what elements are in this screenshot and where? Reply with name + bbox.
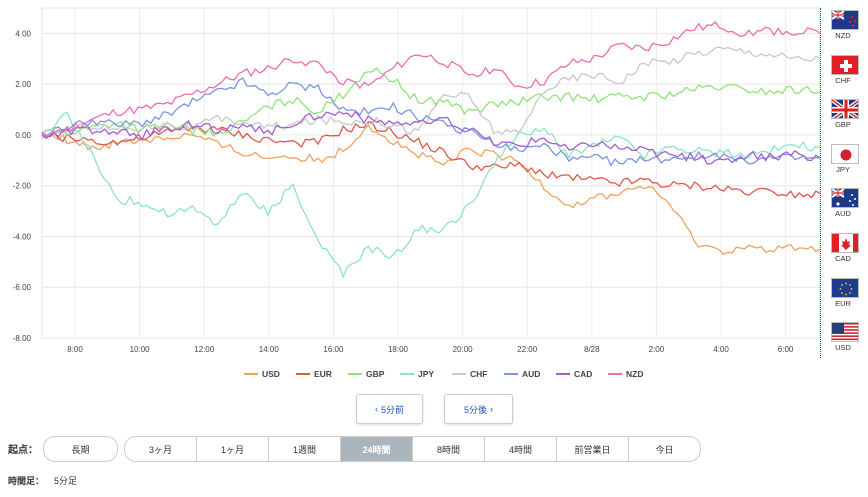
- au-flag-icon: [831, 188, 859, 209]
- x-tick-label: 16:00: [323, 345, 344, 354]
- candle-value: 5分足: [54, 476, 78, 486]
- y-tick-label: 2.00: [15, 80, 31, 89]
- svg-text:USD: USD: [262, 369, 280, 379]
- svg-text:AUD: AUD: [522, 369, 540, 379]
- x-tick-label: 14:00: [259, 345, 280, 354]
- legend-nzd: NZD: [608, 369, 643, 379]
- y-tick-label: -2.00: [13, 182, 32, 191]
- ch-flag-icon: [831, 54, 859, 75]
- flag-label: EUR: [835, 298, 851, 308]
- flag-label: JPY: [836, 164, 850, 174]
- x-axis: 8:00 10:00 12:00 14:00 16:00 18:00 20:00 22:00 8…: [67, 345, 794, 354]
- range-option[interactable]: 8時間: [413, 437, 485, 461]
- legend-gbp: GBP: [348, 369, 385, 379]
- uk-flag-icon: [831, 99, 859, 120]
- chevron-left-icon: ‹: [374, 404, 378, 414]
- svg-text:EUR: EUR: [314, 369, 332, 379]
- range-option[interactable]: 4時間: [485, 437, 557, 461]
- range-option[interactable]: 24時間: [341, 437, 413, 461]
- range-option[interactable]: 1週間: [269, 437, 341, 461]
- prev-5min-button[interactable]: ‹ 5分前: [356, 394, 423, 424]
- x-tick-label: 20:00: [453, 345, 474, 354]
- range-long-button[interactable]: 長期: [43, 436, 118, 462]
- x-tick-label: 22:00: [517, 345, 538, 354]
- next-5min-button[interactable]: 5分後 ›: [444, 394, 513, 424]
- chart-grid: [41, 7, 821, 339]
- x-tick-label: 10:00: [130, 345, 151, 354]
- y-tick-label: 4.00: [15, 29, 31, 38]
- chart-legend: USD EUR GBP JPY CHF AUD CAD NZD: [244, 369, 643, 379]
- flag-label: CHF: [835, 75, 851, 85]
- x-tick-label: 8/28: [584, 345, 600, 354]
- ca-flag-icon: [831, 233, 859, 253]
- flag-label: USD: [835, 343, 851, 353]
- svg-text:CAD: CAD: [574, 369, 592, 379]
- y-tick-label: 0.00: [15, 131, 31, 140]
- svg-text:NZD: NZD: [626, 369, 643, 379]
- svg-text:CHF: CHF: [470, 369, 487, 379]
- nz-flag-icon: [831, 10, 859, 30]
- currency-flag-column: NZD CHF GBP JPY AUD CAD EUR USD: [820, 8, 865, 358]
- candle-label: 時間足：: [8, 476, 45, 486]
- y-axis: 4.00 2.00 0.00 -2.00 -4.00 -6.00 -8.00: [13, 29, 32, 343]
- legend-jpy: JPY: [400, 369, 434, 379]
- range-selector: 3ヶ月 1ヶ月 1週間 24時間 8時間 4時間 前営業日 今日: [124, 436, 701, 462]
- us-flag-icon: [831, 322, 859, 343]
- flag-label: AUD: [835, 209, 851, 219]
- flag-label: NZD: [835, 31, 851, 40]
- x-tick-label: 4:00: [713, 345, 729, 354]
- x-tick-label: 8:00: [67, 345, 83, 354]
- svg-text:JPY: JPY: [418, 369, 434, 379]
- y-tick-label: -8.00: [13, 334, 32, 343]
- y-tick-label: -6.00: [13, 283, 32, 292]
- x-tick-label: 18:00: [388, 345, 409, 354]
- eu-flag-icon: [831, 277, 859, 298]
- y-tick-label: -4.00: [13, 232, 32, 241]
- range-option[interactable]: 今日: [629, 437, 700, 461]
- next-label: 5分後: [463, 404, 487, 415]
- legend-eur: EUR: [296, 369, 332, 379]
- svg-text:GBP: GBP: [366, 369, 385, 379]
- chevron-right-icon: ›: [490, 404, 493, 414]
- candle-setting: 時間足： 5分足: [8, 474, 77, 487]
- legend-aud: AUD: [504, 369, 540, 379]
- start-point-label: 起点：: [8, 445, 38, 456]
- legend-chf: CHF: [452, 369, 487, 379]
- jp-flag-icon: [831, 143, 859, 164]
- range-option[interactable]: 1ヶ月: [197, 437, 269, 461]
- x-tick-label: 2:00: [649, 345, 665, 354]
- range-option[interactable]: 前営業日: [557, 437, 629, 461]
- range-option[interactable]: 3ヶ月: [125, 437, 197, 461]
- x-tick-label: 6:00: [778, 345, 794, 354]
- x-tick-label: 12:00: [194, 345, 215, 354]
- flag-label: GBP: [835, 120, 851, 130]
- prev-label: 5分前: [380, 404, 404, 415]
- flag-label: CAD: [835, 254, 851, 263]
- currency-strength-chart: 4.00 2.00 0.00 -2.00 -4.00 -6.00 -8.00 8:00 10:…: [13, 7, 821, 379]
- legend-cad: CAD: [556, 369, 592, 379]
- legend-usd: USD: [244, 369, 280, 379]
